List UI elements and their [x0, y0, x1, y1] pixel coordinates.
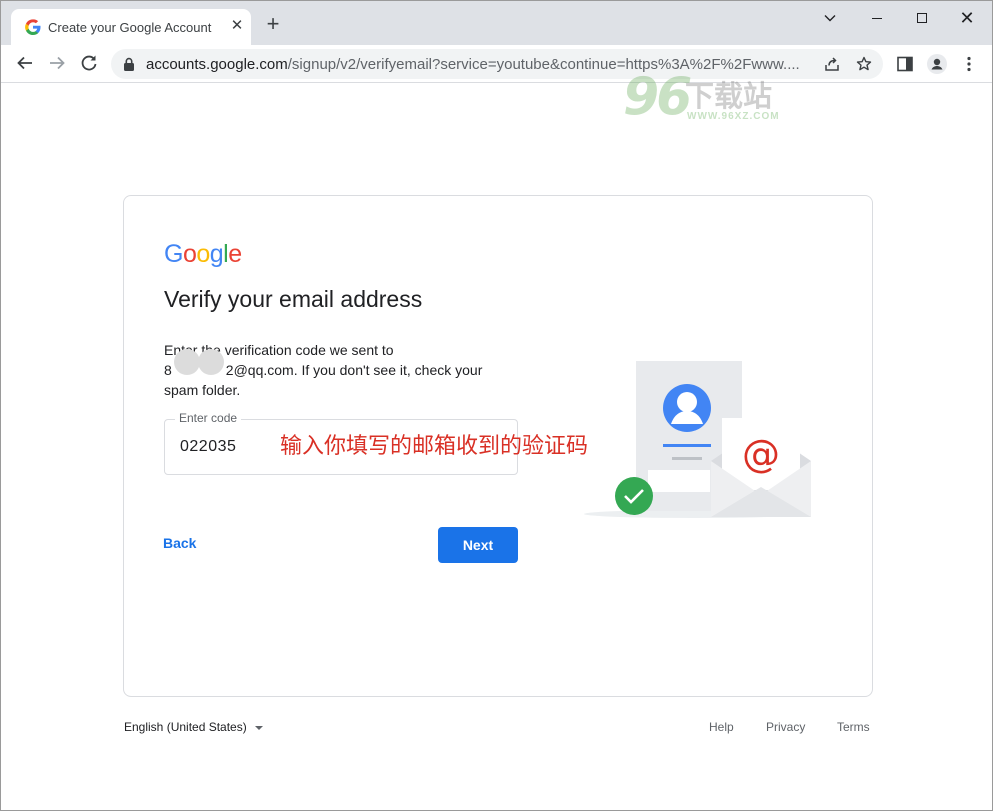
- dropdown-caret-icon: [254, 725, 263, 730]
- tab-search-chevron-icon[interactable]: [818, 7, 842, 29]
- watermark-text: 下载站: [685, 81, 773, 113]
- at-sign-icon: @: [742, 432, 780, 476]
- side-panel-icon[interactable]: [896, 55, 914, 73]
- email-verification-illustration: @: [584, 361, 811, 518]
- instruction-line-3: spam folder.: [164, 382, 241, 398]
- help-link[interactable]: Help: [709, 720, 734, 734]
- verify-card: Google Verify your email address Enter t…: [123, 195, 873, 697]
- terms-link[interactable]: Terms: [837, 720, 870, 734]
- window-close-icon[interactable]: ✕: [955, 7, 979, 29]
- email-prefix: 8: [164, 362, 172, 378]
- next-button[interactable]: Next: [438, 527, 518, 563]
- code-input-value[interactable]: 022035: [180, 438, 236, 456]
- logo-letter: G: [164, 240, 183, 268]
- watermark-url: WWW.96XZ.COM: [687, 111, 780, 122]
- browser-tab[interactable]: Create your Google Account ✕: [11, 9, 251, 45]
- profile-avatar-icon[interactable]: [927, 54, 947, 74]
- reload-icon[interactable]: [79, 53, 99, 73]
- email-suffix: 2@qq.com. If you don't see it, check you…: [225, 362, 483, 378]
- instruction-line-2: 8 2@qq.com. If you don't see it, check yo…: [164, 349, 494, 380]
- page-title: Verify your email address: [164, 286, 423, 312]
- redacted-email-blur: [172, 349, 226, 375]
- url-host: accounts.google.com: [146, 56, 288, 73]
- minimize-icon[interactable]: [865, 7, 889, 29]
- logo-letter: o: [196, 240, 210, 268]
- new-tab-plus-icon[interactable]: +: [263, 13, 283, 35]
- back-arrow-icon[interactable]: [15, 53, 35, 73]
- browser-window: Create your Google Account ✕ + ✕ account…: [0, 0, 993, 811]
- privacy-link[interactable]: Privacy: [766, 720, 805, 734]
- tab-strip: Create your Google Account ✕ + ✕: [1, 1, 992, 45]
- red-annotation-text: 输入你填写的邮箱收到的验证码: [280, 434, 589, 459]
- maximize-icon[interactable]: [910, 7, 934, 29]
- share-icon[interactable]: [824, 56, 840, 72]
- checkmark-icon: [615, 477, 653, 515]
- google-logo: Google: [164, 240, 242, 269]
- menu-kebab-icon[interactable]: [960, 55, 978, 73]
- site-watermark: 96 下载站 WWW.96XZ.COM: [623, 67, 798, 129]
- google-favicon-icon: [25, 19, 41, 35]
- bookmark-star-icon[interactable]: [856, 56, 872, 72]
- language-label: English (United States): [124, 720, 247, 734]
- instruction-text: Enter the verification code we sent to 8…: [164, 340, 494, 400]
- logo-letter: g: [209, 240, 224, 268]
- watermark-number: 96: [623, 67, 692, 127]
- back-button[interactable]: Back: [163, 535, 196, 551]
- logo-letter: o: [182, 240, 197, 268]
- browser-toolbar: accounts.google.com/signup/v2/verifyemai…: [1, 45, 992, 83]
- code-field-label: Enter code: [175, 411, 242, 425]
- language-selector[interactable]: English (United States): [124, 720, 263, 734]
- forward-arrow-icon[interactable]: [47, 53, 67, 73]
- tab-close-icon[interactable]: ✕: [229, 18, 245, 34]
- lock-icon[interactable]: [123, 57, 135, 71]
- logo-letter: e: [228, 240, 242, 268]
- tab-title: Create your Google Account: [48, 20, 212, 35]
